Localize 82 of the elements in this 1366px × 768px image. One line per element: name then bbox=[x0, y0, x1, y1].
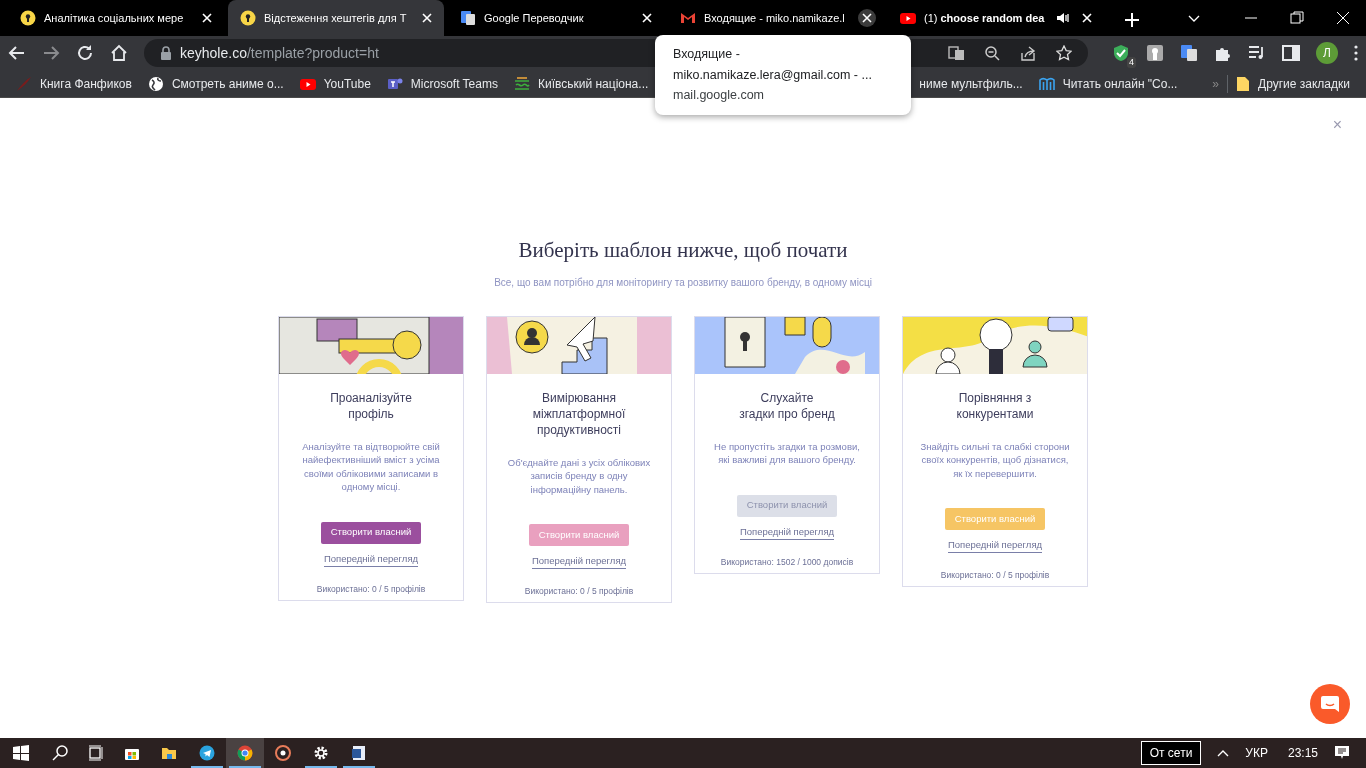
forward-icon[interactable] bbox=[42, 44, 60, 62]
chrome-icon bbox=[237, 745, 253, 761]
usage-text: Використано: 0 / 5 профілів bbox=[316, 582, 426, 596]
keyhole-icon bbox=[240, 10, 256, 26]
folder-icon bbox=[161, 745, 177, 761]
url-text: keyhole.co/template?product=ht bbox=[180, 43, 379, 63]
translate-icon bbox=[460, 10, 476, 26]
page-subtitle: Все, що вам потрібно для моніторингу та розвитку вашого бренду, в одному місці bbox=[493, 275, 873, 290]
tooltip-title: Входящие - bbox=[673, 46, 741, 63]
language-indicator[interactable]: УКР bbox=[1245, 744, 1268, 762]
star-icon[interactable] bbox=[1056, 45, 1072, 61]
tooltip-title: miko.namikaze.lera@gmail.com - ... bbox=[673, 66, 873, 84]
bookmark[interactable]: Київський націона... bbox=[513, 74, 649, 93]
mail-icon bbox=[680, 10, 696, 26]
bookmark-folder[interactable]: Другие закладки bbox=[1227, 74, 1350, 93]
browser-tab[interactable]: Google Переводчик bbox=[448, 0, 664, 36]
touch-extension-icon[interactable] bbox=[1146, 44, 1164, 62]
extension-badge: 4 bbox=[1127, 57, 1136, 68]
globe-icon bbox=[147, 75, 164, 92]
usage-text: Використано: 0 / 5 профілів bbox=[524, 585, 634, 598]
card-description: Не пропустіть згадки та розмови, які важливі для вашого бренду. bbox=[713, 439, 861, 467]
bookmark[interactable]: Читать онлайн "Со... bbox=[1038, 74, 1178, 93]
task-view-icon bbox=[88, 745, 104, 761]
usage-text: Використано: 1502 / 1000 дописів bbox=[720, 555, 854, 569]
back-icon[interactable] bbox=[8, 44, 26, 62]
bookmark[interactable]: Microsoft Teams bbox=[386, 74, 498, 93]
lock-icon bbox=[160, 46, 172, 60]
page-heading: Виберіть шаблон нижче, щоб почати bbox=[518, 237, 848, 264]
power-tooltip: От сети bbox=[1140, 741, 1202, 765]
card-description: Знайдіть сильні та слабкі сторони своїх конкурентів, щоб дізнатися, як їх перевершити. bbox=[919, 439, 1071, 480]
windows-logo bbox=[13, 745, 29, 761]
new-tab-icon[interactable] bbox=[1124, 12, 1140, 28]
gear-icon bbox=[313, 745, 329, 761]
chevron-up-icon[interactable] bbox=[1217, 749, 1230, 757]
close-icon[interactable] bbox=[1335, 10, 1351, 26]
notification-icon[interactable] bbox=[1334, 745, 1350, 761]
usage-text: Використано: 0 / 5 профілів bbox=[940, 569, 1050, 582]
play-icon bbox=[900, 10, 916, 26]
search-icon bbox=[52, 745, 68, 761]
emblem-icon bbox=[513, 75, 530, 92]
bookmark[interactable]: Книга Фанфиков bbox=[16, 74, 132, 93]
home-icon[interactable] bbox=[110, 44, 128, 62]
book-icon bbox=[1038, 75, 1055, 92]
card-description: Аналізуйте та відтворюйте свій найефективніший вміст з усіма своїми обліковими записами в одному місці. bbox=[301, 439, 441, 494]
quill-icon bbox=[16, 75, 32, 92]
chat-button[interactable] bbox=[1310, 684, 1350, 724]
browser-tab[interactable]: Входящие - miko.namikaze.l bbox=[668, 0, 884, 36]
card-title: Порівняння з конкурентами bbox=[956, 389, 1034, 422]
media-list-icon[interactable] bbox=[1248, 44, 1266, 62]
bookmark[interactable]: Смотреть аниме о... bbox=[147, 74, 284, 93]
reload-icon[interactable] bbox=[76, 44, 94, 62]
disc-icon bbox=[275, 745, 291, 761]
share-icon[interactable] bbox=[1020, 45, 1036, 61]
create-button[interactable]: Створити власний bbox=[321, 521, 421, 544]
shield-extension-icon[interactable] bbox=[1112, 44, 1130, 62]
keyhole-icon bbox=[20, 10, 36, 26]
card-description: Об'єднайте дані з усіх облікових записів бренду в одну інформаційну панель. bbox=[506, 455, 652, 496]
menu-icon[interactable] bbox=[1354, 45, 1358, 61]
browser-tab[interactable]: Відстеження хештегів для T bbox=[228, 0, 444, 36]
translate-icon[interactable] bbox=[948, 45, 964, 61]
preview-link[interactable]: Попередній перегляд bbox=[323, 551, 419, 567]
paper-plane-icon bbox=[199, 745, 215, 761]
sidebar-icon[interactable] bbox=[1282, 44, 1300, 62]
tooltip-url: mail.google.com bbox=[673, 87, 765, 104]
bookmark[interactable]: YouTube bbox=[299, 74, 371, 93]
card-title: Проаналізуйте профіль bbox=[330, 389, 412, 422]
card-title: Вимірювання міжплатформної продуктивності bbox=[532, 389, 626, 438]
bookmark[interactable]: ниме мультфиль... bbox=[919, 74, 1023, 93]
browser-tab[interactable]: (1) choose random dea bbox=[888, 0, 1104, 36]
more-bookmarks[interactable]: » bbox=[1212, 74, 1220, 93]
close-icon[interactable] bbox=[858, 9, 876, 27]
preview-link[interactable]: Попередній перегляд bbox=[947, 538, 1043, 554]
card-title: Слухайте згадки про бренд bbox=[739, 389, 835, 422]
browser-tab[interactable]: Аналітика соціальних мере bbox=[8, 0, 224, 36]
folder-icon bbox=[1236, 75, 1251, 92]
translate-extension-icon[interactable] bbox=[1180, 44, 1198, 62]
clock[interactable]: 23:15 bbox=[1287, 744, 1318, 762]
chat-icon bbox=[1320, 695, 1340, 713]
restore-icon[interactable] bbox=[1289, 10, 1305, 26]
document-icon bbox=[351, 745, 367, 761]
preview-link[interactable]: Попередній перегляд bbox=[531, 554, 627, 570]
zoom-out-icon[interactable] bbox=[984, 45, 1000, 61]
